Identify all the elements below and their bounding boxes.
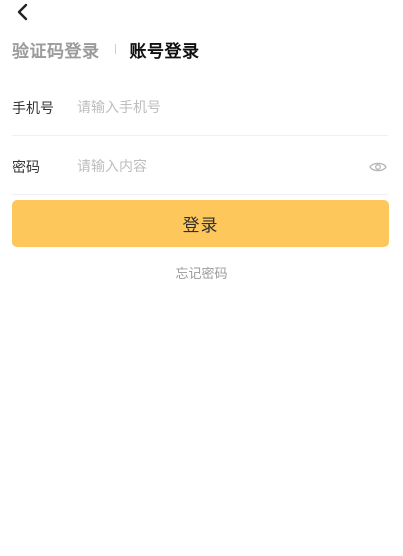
tab-account-login[interactable]: 账号登录	[130, 38, 200, 66]
eye-icon	[369, 162, 387, 172]
password-label: 密码	[12, 160, 40, 176]
phone-input[interactable]	[77, 96, 388, 120]
login-tabs: 验证码登录 账号登录	[12, 38, 200, 66]
tab-sms-code-login[interactable]: 验证码登录	[12, 38, 100, 66]
login-button[interactable]: 登录	[12, 200, 389, 247]
phone-label: 手机号	[12, 101, 54, 117]
password-row: 密码	[12, 140, 388, 195]
back-button[interactable]	[12, 1, 34, 23]
chevron-left-icon	[17, 3, 28, 21]
password-input[interactable]	[77, 155, 360, 179]
forgot-password-link[interactable]: 忘记密码	[0, 263, 403, 282]
password-visibility-toggle[interactable]	[368, 157, 388, 177]
tab-divider	[114, 44, 116, 54]
phone-row: 手机号	[12, 81, 388, 136]
